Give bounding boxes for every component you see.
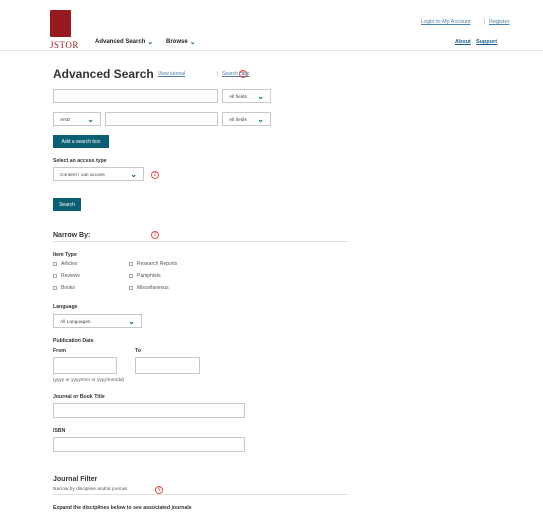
chevron-down-icon: ⌄ (189, 39, 196, 46)
chevron-down-icon: ⌄ (257, 92, 264, 101)
item-type-reviews[interactable]: Reviews (53, 273, 80, 279)
item-type-pamphlets[interactable]: Pamphlets (129, 273, 161, 279)
chevron-down-icon: ⌄ (130, 170, 137, 179)
support-link[interactable]: Support (476, 39, 497, 45)
item-type-label: Item Type (53, 252, 77, 258)
nav-browse-label: Browse (166, 39, 188, 45)
register-link[interactable]: Register (489, 19, 509, 25)
narrow-by-title: Narrow By: (53, 232, 91, 239)
item-type-miscellaneous[interactable]: Miscellaneous (129, 285, 169, 291)
publication-date-label: Publication Date (53, 338, 94, 344)
narrow-by-divider (53, 241, 348, 242)
field-select-2[interactable]: All fields ⌄ (222, 112, 271, 126)
search-button[interactable]: Search (53, 198, 81, 211)
checkbox-label: Research Reports (137, 261, 178, 267)
add-search-box-button[interactable]: Add a search box (53, 135, 109, 148)
journal-title-label: Journal or Book Title (53, 394, 105, 400)
item-type-articles[interactable]: Articles (53, 261, 77, 267)
view-tutorial-link[interactable]: View tutorial (158, 71, 185, 77)
top-link-separator: | (484, 19, 486, 25)
access-type-label: Select an access type (53, 158, 107, 164)
checkbox[interactable] (53, 262, 57, 266)
language-select[interactable]: All Languages ⌄ (53, 314, 142, 328)
marker-4: 4 (155, 486, 163, 494)
field-select-1-value: All fields (229, 95, 247, 100)
page-title: Advanced Search (53, 67, 154, 81)
language-value: All Languages (60, 320, 91, 325)
checkbox[interactable] (129, 286, 133, 290)
help-separator: | (217, 71, 219, 77)
item-type-research-reports[interactable]: Research Reports (129, 261, 177, 267)
journal-filter-subtitle: Narrow by discipline and/or journal (53, 487, 127, 492)
operator-select[interactable]: AND ⌄ (53, 112, 101, 126)
nav-browse[interactable]: Browse ⌄ (166, 38, 196, 46)
field-select-2-value: All fields (229, 118, 247, 123)
isbn-input[interactable] (53, 437, 245, 452)
from-date-input[interactable] (53, 357, 117, 374)
checkbox-label: Articles (61, 261, 78, 267)
checkbox[interactable] (129, 262, 133, 266)
access-type-value: Content I can access (60, 173, 105, 178)
to-date-input[interactable] (135, 357, 200, 374)
checkbox[interactable] (129, 274, 133, 278)
date-format-hint: (yyyy or yyyy/mm or yyyy/mm/dd) (53, 378, 125, 383)
to-label: To (135, 348, 141, 354)
marker-3: 3 (151, 231, 159, 239)
chevron-down-icon: ⌄ (87, 115, 94, 124)
isbn-label: ISBN (53, 428, 66, 434)
search-input-2[interactable] (105, 112, 218, 126)
checkbox-label: Miscellaneous (137, 285, 169, 291)
checkbox-label: Books (61, 285, 75, 291)
nav-advanced-search[interactable]: Advanced Search ⌄ (95, 38, 153, 46)
operator-select-value: AND (60, 118, 71, 123)
checkbox[interactable] (53, 286, 57, 290)
jstor-logo-icon[interactable] (50, 10, 71, 37)
marker-2: 2 (151, 171, 159, 179)
header-divider (0, 50, 543, 51)
search-input-1[interactable] (53, 89, 218, 103)
chevron-down-icon: ⌄ (147, 39, 154, 46)
language-label: Language (53, 304, 78, 310)
login-link[interactable]: Login to My Account (421, 19, 471, 25)
from-label: From (53, 348, 66, 354)
checkbox-label: Reviews (61, 273, 80, 279)
access-type-select[interactable]: Content I can access ⌄ (53, 167, 144, 181)
journal-filter-divider (53, 494, 348, 495)
chevron-down-icon: ⌄ (128, 317, 135, 326)
field-select-1[interactable]: All fields ⌄ (222, 89, 271, 103)
journal-filter-title: Journal Filter (53, 476, 98, 483)
logo-text: JSTOR (50, 40, 79, 50)
journal-title-input[interactable] (53, 403, 245, 418)
checkbox[interactable] (53, 274, 57, 278)
chevron-down-icon: ⌄ (257, 115, 264, 124)
about-link[interactable]: About (455, 39, 471, 45)
marker-1: 1 (239, 70, 247, 78)
nav-advanced-search-label: Advanced Search (95, 39, 146, 45)
expand-disciplines-text: Expand the disciplines below to see asso… (53, 505, 192, 511)
item-type-books[interactable]: Books (53, 285, 75, 291)
checkbox-label: Pamphlets (137, 273, 161, 279)
